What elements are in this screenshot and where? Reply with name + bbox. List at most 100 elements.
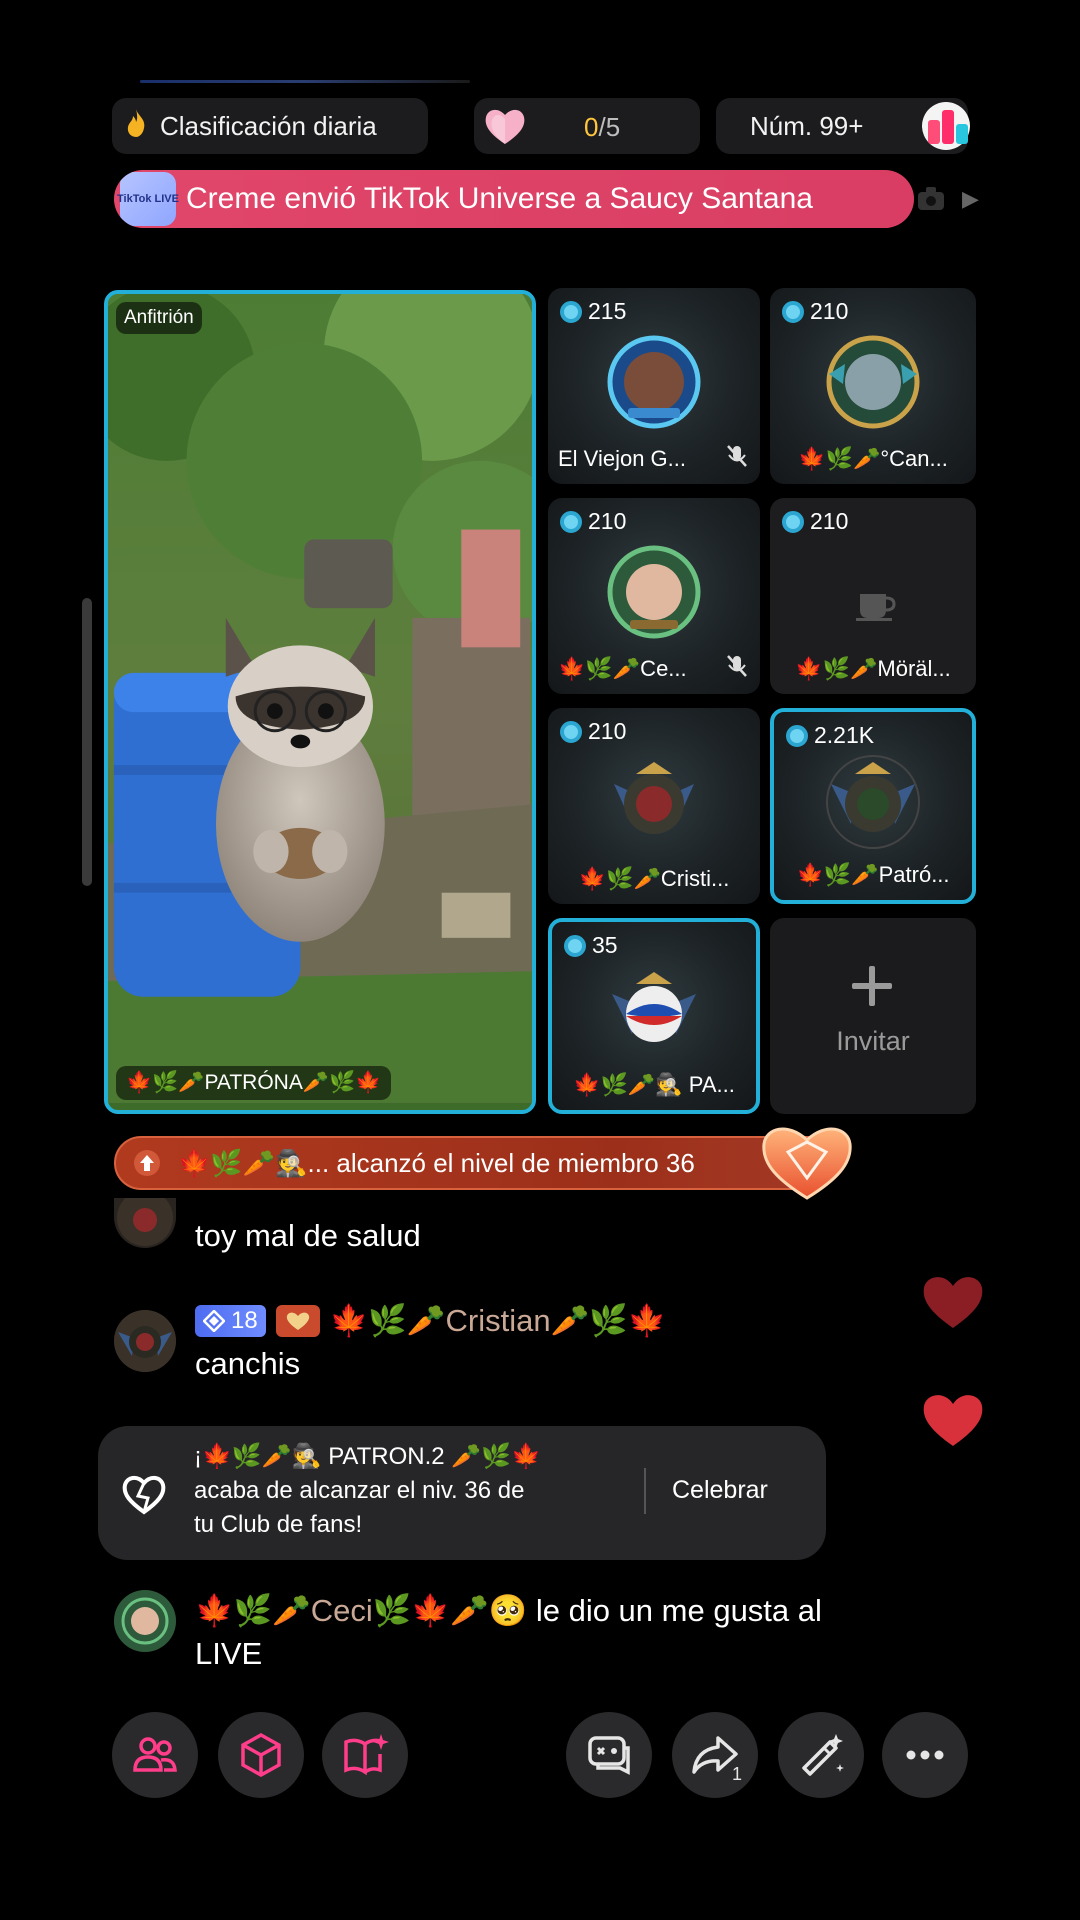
- guest-score: 35: [564, 932, 618, 959]
- top-progress-line: [140, 80, 470, 83]
- guest-tile[interactable]: 210 🍁🌿🥕Möräl...: [770, 498, 976, 694]
- more-button[interactable]: [882, 1712, 968, 1798]
- guest-name: 🍁🌿🥕Cristi...: [578, 866, 730, 891]
- heart-outline-icon: [122, 1476, 166, 1515]
- muted-mic-icon: [727, 445, 747, 467]
- score-gem-icon: [782, 510, 804, 533]
- plus-icon: [852, 966, 892, 1006]
- chat-username: 🍁🌿🥕Cristian🥕🌿🍁: [329, 1303, 667, 1338]
- member-level-text: 🍁🌿🥕🕵️... alcanzó el nivel de miembro 36: [178, 1147, 695, 1178]
- score-gem-icon: [560, 510, 582, 533]
- guest-tile-highlighted[interactable]: 35 🍁🌿🥕🕵️ PA...: [548, 918, 760, 1114]
- daily-ranking-button[interactable]: Clasificación diaria: [112, 98, 428, 154]
- host-video-tile[interactable]: Anfitrión 🍁🌿🥕PATRÓNA🥕🌿🍁: [104, 290, 536, 1114]
- avatar-image: [114, 1590, 176, 1652]
- avatar-image: [117, 1198, 173, 1246]
- chat-message: toy mal de salud: [195, 1218, 421, 1253]
- box-button[interactable]: [218, 1712, 304, 1798]
- chevron-right-icon[interactable]: ▶: [962, 186, 979, 212]
- goal-heart-icon: [485, 109, 525, 144]
- guest-avatar: [826, 335, 920, 429]
- user-level-badge: 18: [195, 1304, 266, 1337]
- guest-name: 🍁🌿🥕Patró...: [796, 862, 950, 887]
- book-sparkle-icon: [344, 1734, 389, 1776]
- chat-avatar[interactable]: [114, 1198, 176, 1248]
- guest-tile[interactable]: 210 🍁🌿🥕°Can...: [770, 288, 976, 484]
- gift-notification-banner[interactable]: TikTok LIVE Creme envió TikTok Universe …: [114, 170, 914, 228]
- coffee-cup-icon: [856, 594, 896, 621]
- guest-score: 210: [782, 298, 848, 325]
- guest-tile[interactable]: 210 🍁🌿🥕Cristi...: [548, 708, 760, 904]
- fan-club-heart-icon: [286, 1312, 309, 1330]
- magic-book-button[interactable]: [322, 1712, 408, 1798]
- guest-score: 210: [782, 508, 848, 535]
- invite-button[interactable]: Invitar: [770, 918, 976, 1114]
- fan-club-message: ¡🍁🌿🥕🕵️ PATRON.2 🥕🌿🍁 acaba de alcanzar el…: [194, 1443, 541, 1538]
- avatar-image: [114, 1310, 176, 1372]
- guest-name: 🍁🌿🥕Ce...: [558, 656, 687, 681]
- score-gem-icon: [560, 300, 582, 323]
- camera-icon[interactable]: [916, 184, 946, 212]
- guest-name: 🍁🌿🥕°Can...: [798, 446, 948, 471]
- rank-number: Núm. 99+: [750, 110, 864, 141]
- fan-club-notification: ¡🍁🌿🥕🕵️ PATRON.2 🥕🌿🍁 acaba de alcanzar el…: [98, 1426, 826, 1560]
- chat-message: canchis: [195, 1346, 301, 1381]
- chat-avatar[interactable]: [114, 1590, 176, 1652]
- diamond-icon: [203, 1309, 225, 1332]
- rank-number-button[interactable]: Núm. 99+: [716, 98, 970, 154]
- share-count: 1: [732, 1764, 743, 1784]
- game-chat-icon: [588, 1736, 630, 1775]
- fan-club-heart-icon: [762, 1127, 852, 1200]
- magic-wand-icon: [802, 1734, 844, 1776]
- guest-score: 2.21K: [786, 722, 874, 749]
- arrow-up-icon: [134, 1150, 160, 1176]
- guest-tile-highlighted[interactable]: 2.21K 🍁🌿🥕Patró...: [770, 708, 976, 904]
- score-gem-icon: [782, 300, 804, 323]
- floating-heart-icon: [923, 1395, 983, 1446]
- member-level-banner: 🍁🌿🥕🕵️... alcanzó el nivel de miembro 36: [114, 1136, 834, 1190]
- divider: [644, 1468, 646, 1514]
- flame-icon: [124, 108, 152, 145]
- chat-username: 🍁🌿🥕Ceci🌿🍁🥕🥺: [195, 1593, 528, 1628]
- guest-avatar: [826, 755, 920, 849]
- guest-avatar: [607, 335, 701, 429]
- share-button[interactable]: 1: [672, 1712, 758, 1798]
- floating-heart-icon: [923, 1277, 983, 1328]
- chat-avatar[interactable]: [114, 1310, 176, 1372]
- host-label: Anfitrión: [116, 302, 202, 334]
- score-gem-icon: [786, 724, 808, 747]
- invite-label: Invitar: [836, 1026, 910, 1056]
- chat-user-meta[interactable]: 18 🍁🌿🥕Cristian🥕🌿🍁: [195, 1302, 666, 1339]
- guest-name: El Viejon G...: [558, 446, 686, 471]
- guest-tile[interactable]: 215 El Viejon G...: [548, 288, 760, 484]
- guest-score: 210: [560, 718, 626, 745]
- celebrate-button[interactable]: Celebrar: [672, 1476, 768, 1505]
- tiktok-live-badge: TikTok LIVE: [117, 172, 179, 226]
- game-button[interactable]: [566, 1712, 652, 1798]
- like-event-message: 🍁🌿🥕Ceci🌿🍁🥕🥺 le dio un me gusta al: [195, 1593, 822, 1628]
- guest-score: 210: [560, 508, 626, 535]
- host-name: 🍁🌿🥕PATRÓNA🥕🌿🍁: [116, 1066, 392, 1100]
- multi-guest-button[interactable]: [112, 1712, 198, 1798]
- rank-trophy-icon: [922, 102, 970, 150]
- effects-button[interactable]: [778, 1712, 864, 1798]
- guest-avatar: [607, 545, 701, 639]
- guest-avatar: [614, 762, 694, 834]
- cube-icon: [241, 1732, 281, 1778]
- guest-avatar: [612, 972, 696, 1042]
- guest-name: 🍁🌿🥕Möräl...: [795, 656, 951, 681]
- score-gem-icon: [560, 720, 582, 743]
- side-drawer-handle[interactable]: [82, 598, 92, 886]
- gift-message: Creme envió TikTok Universe a Saucy Sant…: [186, 182, 813, 215]
- guest-tile[interactable]: 210 🍁🌿🥕Ce...: [548, 498, 760, 694]
- goal-counter[interactable]: 0/5: [474, 98, 700, 154]
- daily-ranking-label: Clasificación diaria: [160, 110, 377, 141]
- guest-name: 🍁🌿🥕🕵️ PA...: [573, 1072, 735, 1097]
- fan-club-badge: [275, 1304, 320, 1337]
- score-gem-icon: [564, 934, 586, 957]
- like-event-message-cont: LIVE: [195, 1636, 263, 1671]
- people-icon: [133, 1737, 177, 1772]
- muted-mic-icon: [727, 655, 747, 677]
- top-bar: Clasificación diaria 0/5 Núm. 99+: [112, 98, 970, 154]
- guest-score: 215: [560, 298, 626, 325]
